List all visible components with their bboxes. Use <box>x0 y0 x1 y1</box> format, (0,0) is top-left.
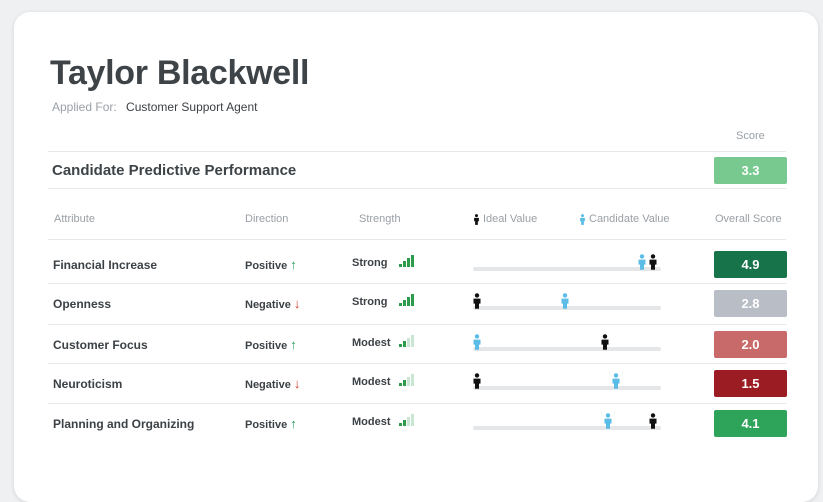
direction-label: Positive <box>245 340 288 352</box>
candidate-value-marker-icon <box>611 373 621 389</box>
candidate-value-marker-icon <box>472 334 482 350</box>
strength-label: Modest <box>352 337 391 349</box>
overall-score-badge: 3.3 <box>714 157 787 184</box>
arrow-down-icon: ↓ <box>293 296 301 311</box>
value-track <box>473 347 661 351</box>
divider <box>48 188 786 189</box>
attribute-name: Openness <box>53 297 112 311</box>
signal-strength-icon <box>399 255 415 267</box>
strength-label: Modest <box>352 416 391 428</box>
strength-bar <box>399 303 402 306</box>
signal-strength-icon <box>399 374 415 386</box>
applied-for: Applied For: Customer Support Agent <box>52 100 257 114</box>
ideal-value-marker-icon <box>648 254 658 270</box>
divider <box>48 324 786 325</box>
direction-cell: Positive ↑ <box>245 257 297 272</box>
row-score-badge: 4.9 <box>714 251 787 278</box>
direction-cell: Positive ↑ <box>245 337 297 352</box>
strength-bar <box>403 420 406 426</box>
column-ideal-value-label: Ideal Value <box>483 213 538 225</box>
value-track <box>473 386 661 390</box>
candidate-value-marker-icon <box>560 293 570 309</box>
column-direction: Direction <box>245 213 289 225</box>
row-score-badge: 4.1 <box>714 410 787 437</box>
column-overall-score: Overall Score <box>715 213 782 225</box>
row-score-badge: 2.8 <box>714 290 787 317</box>
ideal-value-marker-icon <box>600 334 610 350</box>
attribute-name: Planning and Organizing <box>53 417 195 431</box>
strength-bar <box>403 380 406 386</box>
strength-bar <box>403 300 406 306</box>
ideal-value-marker-icon <box>472 293 482 309</box>
value-track <box>473 267 661 271</box>
row-score-badge: 2.0 <box>714 331 787 358</box>
applied-for-value: Customer Support Agent <box>126 100 258 114</box>
direction-label: Negative <box>245 379 291 391</box>
signal-strength-icon <box>399 335 415 347</box>
candidate-name: Taylor Blackwell <box>50 54 310 92</box>
direction-label: Negative <box>245 299 291 311</box>
strength-bar <box>399 264 402 267</box>
direction-label: Positive <box>245 419 288 431</box>
signal-strength-icon <box>399 414 415 426</box>
candidate-value-marker-icon <box>637 254 647 270</box>
direction-cell: Negative ↓ <box>245 376 300 391</box>
strength-bar <box>399 344 402 347</box>
strength-bar <box>399 383 402 386</box>
attribute-name: Financial Increase <box>53 258 158 272</box>
strength-label: Strong <box>352 257 388 269</box>
strength-bar <box>407 417 410 426</box>
attribute-name: Neuroticism <box>53 377 123 391</box>
predictive-performance-title: Candidate Predictive Performance <box>52 162 297 179</box>
ideal-value-marker-icon <box>648 413 658 429</box>
arrow-up-icon: ↑ <box>290 416 297 431</box>
arrow-down-icon: ↓ <box>293 376 301 391</box>
strength-bar <box>411 374 414 386</box>
strength-bar <box>407 297 410 306</box>
applied-for-label: Applied For: <box>52 100 117 114</box>
divider <box>48 403 786 404</box>
strength-bar <box>411 414 414 426</box>
strength-bar <box>411 255 414 267</box>
candidate-value-marker-icon <box>603 413 613 429</box>
strength-bar <box>399 423 402 426</box>
attribute-name: Customer Focus <box>53 338 148 352</box>
divider <box>48 151 786 152</box>
signal-strength-icon <box>399 294 415 306</box>
value-track <box>473 426 661 430</box>
row-score-badge: 1.5 <box>714 370 787 397</box>
ideal-value-marker-icon <box>472 373 482 389</box>
direction-label: Positive <box>245 260 288 272</box>
ideal-person-icon <box>474 213 479 225</box>
candidate-card: Taylor Blackwell Applied For: Customer S… <box>14 12 818 502</box>
arrow-up-icon: ↑ <box>290 337 297 352</box>
candidate-person-icon <box>580 213 585 225</box>
strength-label: Modest <box>352 376 391 388</box>
column-candidate-value: Candidate Value <box>579 213 670 225</box>
strength-bar <box>411 294 414 306</box>
score-header: Score <box>736 130 765 142</box>
column-ideal-value: Ideal Value <box>473 213 537 225</box>
strength-label: Strong <box>352 296 388 308</box>
column-attribute: Attribute <box>54 213 95 225</box>
strength-bar <box>411 335 414 347</box>
divider <box>48 239 786 240</box>
direction-cell: Negative ↓ <box>245 296 300 311</box>
column-candidate-value-label: Candidate Value <box>589 213 670 225</box>
arrow-up-icon: ↑ <box>290 257 297 272</box>
strength-bar <box>403 261 406 267</box>
direction-cell: Positive ↑ <box>245 416 297 431</box>
strength-bar <box>403 341 406 347</box>
strength-bar <box>407 338 410 347</box>
strength-bar <box>407 377 410 386</box>
column-strength: Strength <box>359 213 401 225</box>
divider <box>48 363 786 364</box>
strength-bar <box>407 258 410 267</box>
divider <box>48 283 786 284</box>
